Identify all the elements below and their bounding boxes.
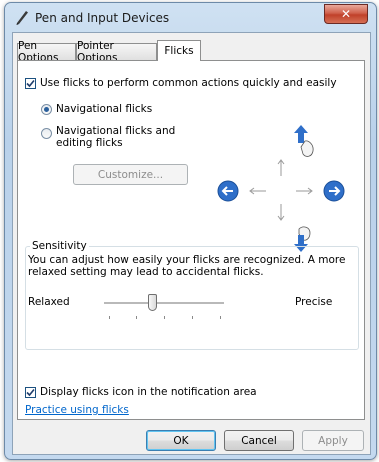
pen-and-input-devices-window: Pen and Input Devices ✕ Pen Options Poin…: [4, 2, 377, 460]
pen-icon: [16, 11, 28, 25]
apply-button[interactable]: Apply: [302, 430, 364, 451]
forward-arrow-icon: [323, 180, 345, 202]
tab-flicks[interactable]: Flicks: [157, 40, 201, 61]
relaxed-label: Relaxed: [28, 296, 70, 308]
back-arrow-icon: [217, 180, 239, 202]
slider-tick: [219, 316, 221, 319]
title-bar[interactable]: Pen and Input Devices ✕: [5, 3, 376, 33]
practice-using-flicks-link[interactable]: Practice using flicks: [25, 404, 129, 416]
window-title: Pen and Input Devices: [35, 11, 170, 25]
slider-tick: [136, 316, 138, 319]
tab-pen-options[interactable]: Pen Options: [17, 40, 76, 64]
precise-label: Precise: [295, 296, 333, 308]
direction-guides: [249, 159, 313, 221]
flicks-panel: Use flicks to perform common actions qui…: [17, 60, 365, 420]
slider-thumb[interactable]: [148, 294, 158, 311]
flicks-diagram: [217, 125, 345, 252]
hand-flick-up-icon: [294, 125, 314, 157]
sensitivity-slider[interactable]: [104, 292, 224, 322]
dialog-client-area: Pen Options Pointer Options Flicks Use f…: [12, 32, 371, 455]
ok-button[interactable]: OK: [146, 430, 216, 451]
close-icon: ✕: [340, 7, 352, 21]
navigational-editing-flicks-radio[interactable]: [41, 128, 52, 139]
display-flicks-icon-label: Display flicks icon in the notification …: [40, 386, 257, 398]
slider-tick: [108, 316, 110, 319]
slider-tick: [191, 316, 193, 319]
navigational-flicks-radio[interactable]: [41, 104, 52, 115]
use-flicks-label: Use flicks to perform common actions qui…: [40, 77, 337, 89]
display-flicks-icon-checkbox[interactable]: [25, 387, 36, 398]
tab-pointer-options[interactable]: Pointer Options: [76, 40, 157, 64]
navigational-flicks-label: Navigational flicks: [56, 103, 153, 115]
cancel-button[interactable]: Cancel: [224, 430, 294, 451]
slider-tick: [164, 316, 165, 319]
sensitivity-title: Sensitivity: [30, 240, 89, 252]
slider-track: [104, 302, 224, 305]
navigational-editing-flicks-label: Navigational flicks and editing flicks: [56, 125, 176, 149]
sensitivity-description: You can adjust how easily your flicks ar…: [28, 254, 346, 278]
checkmark-icon: [26, 79, 35, 88]
checkmark-icon: [26, 388, 35, 397]
sensitivity-group: Sensitivity You can adjust how easily yo…: [25, 240, 359, 350]
customize-button[interactable]: Customize...: [73, 164, 188, 185]
use-flicks-checkbox[interactable]: [25, 78, 36, 89]
close-button[interactable]: ✕: [324, 4, 368, 24]
